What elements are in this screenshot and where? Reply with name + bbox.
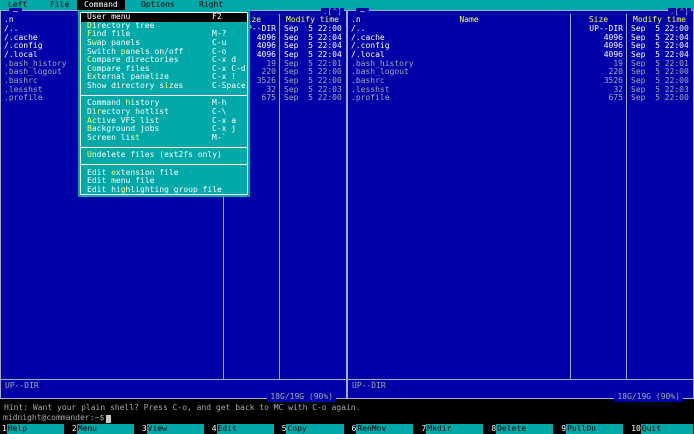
fkey-number: 4	[209, 424, 217, 434]
fkey-label: Mkdir	[426, 424, 484, 434]
fkey-label: Menu	[76, 424, 134, 434]
shell-prompt: midnight@commander:~$	[3, 413, 105, 422]
fkey-number: 3	[139, 424, 147, 434]
free-space-indicator: 18G/19G (90%)	[267, 393, 336, 402]
menu-shortcut: C-Space	[212, 81, 246, 91]
fkey-number: 6	[349, 424, 357, 434]
fkey-label: Quit	[640, 424, 694, 434]
fkey-number: 8	[489, 424, 497, 434]
menu-item-undelete-files-ext2fs-only[interactable]: Undelete files (ext2fs only)	[81, 150, 247, 160]
file-list: /.. UP--DIR Sep 5 22:00/.cache 4096 Sep 5 22…	[348, 24, 693, 103]
command-line[interactable]: midnight@commander:~$	[3, 413, 112, 423]
hint-line: Hint: Want your plain shell? Press C-o, …	[4, 403, 361, 412]
fkey-label: PullDn	[566, 424, 624, 434]
fkey-label: Help	[6, 424, 64, 434]
file-mtime: Sep 5 22:00	[631, 93, 689, 103]
fkey-label: RenMov	[356, 424, 414, 434]
fkey-label: View	[146, 424, 204, 434]
fkey-8-delete[interactable]: 8 Delete	[489, 424, 554, 434]
command-menu-frame: User menu F2 Directory tree Find file M-? Swa…	[80, 12, 248, 196]
menu-item-options[interactable]: Options	[134, 0, 182, 10]
menu-shortcut: M-`	[212, 132, 227, 142]
menu-bar: Left File Command Options Right	[0, 0, 694, 10]
panel-separator-line	[348, 379, 693, 380]
menu-item-show-directory-sizes[interactable]: Show directory sizes C-Space	[81, 81, 247, 91]
fkey-9-pulldn[interactable]: 9 PullDn	[559, 424, 624, 434]
file-row-profile[interactable]: .profile 675 Sep 5 22:00	[348, 94, 693, 103]
mc-screen: Left File Command Options Right ~ .[^] .…	[0, 0, 694, 434]
fkey-number: 5	[279, 424, 287, 434]
file-mtime: Sep 5 22:00	[284, 93, 342, 103]
fkey-label: Copy	[286, 424, 344, 434]
fkey-5-copy[interactable]: 5 Copy	[279, 424, 344, 434]
file-name: .profile	[4, 93, 43, 103]
menu-shortcut: F2	[212, 12, 222, 21]
fkey-10-quit[interactable]: 10 Quit	[629, 424, 694, 434]
fkey-label: Edit	[216, 424, 274, 434]
free-space-indicator: 18G/19G (90%)	[614, 393, 683, 402]
fkey-2-menu[interactable]: 2 Menu	[69, 424, 134, 434]
fkey-1-help[interactable]: 1 Help	[0, 424, 64, 434]
menu-item-edit-highlighting-group-file[interactable]: Edit highlighting group file	[81, 185, 247, 195]
menu-item-screen-list[interactable]: Screen list M-`	[81, 132, 247, 143]
fkey-3-view[interactable]: 3 View	[139, 424, 204, 434]
fkey-4-edit[interactable]: 4 Edit	[209, 424, 274, 434]
fkey-number: 10	[629, 424, 641, 434]
menu-item-file[interactable]: File	[43, 0, 76, 10]
panel-separator-line	[1, 379, 346, 380]
fkey-6-renmov[interactable]: 6 RenMov	[349, 424, 414, 434]
file-size: 675	[608, 93, 623, 103]
fkey-number: 1	[0, 424, 7, 434]
fkey-7-mkdir[interactable]: 7 Mkdir	[419, 424, 484, 434]
right-panel: ~ .[^] .n Name Size Modify time /.. UP--D…	[347, 7, 694, 402]
fkey-number: 2	[69, 424, 77, 434]
file-name: .profile	[351, 93, 390, 103]
fkey-label: Delete	[496, 424, 554, 434]
mini-status: UP--DIR	[352, 381, 386, 390]
function-key-bar: 1 Help 2 Menu 3 View 4 Edit 5 Copy 6 RenMov 7 Mkdir 8 D…	[0, 424, 694, 434]
command-menu-dropdown: User menu F2 Directory tree Find file M-? Swa…	[78, 10, 250, 198]
menu-item-right[interactable]: Right	[192, 0, 230, 10]
menu-item-command[interactable]: Command	[77, 0, 125, 10]
cursor-block	[106, 414, 112, 423]
fkey-number: 9	[559, 424, 567, 434]
fkey-number: 7	[419, 424, 427, 434]
column-header-name[interactable]: Name	[368, 15, 570, 25]
mini-status: UP--DIR	[5, 381, 39, 390]
